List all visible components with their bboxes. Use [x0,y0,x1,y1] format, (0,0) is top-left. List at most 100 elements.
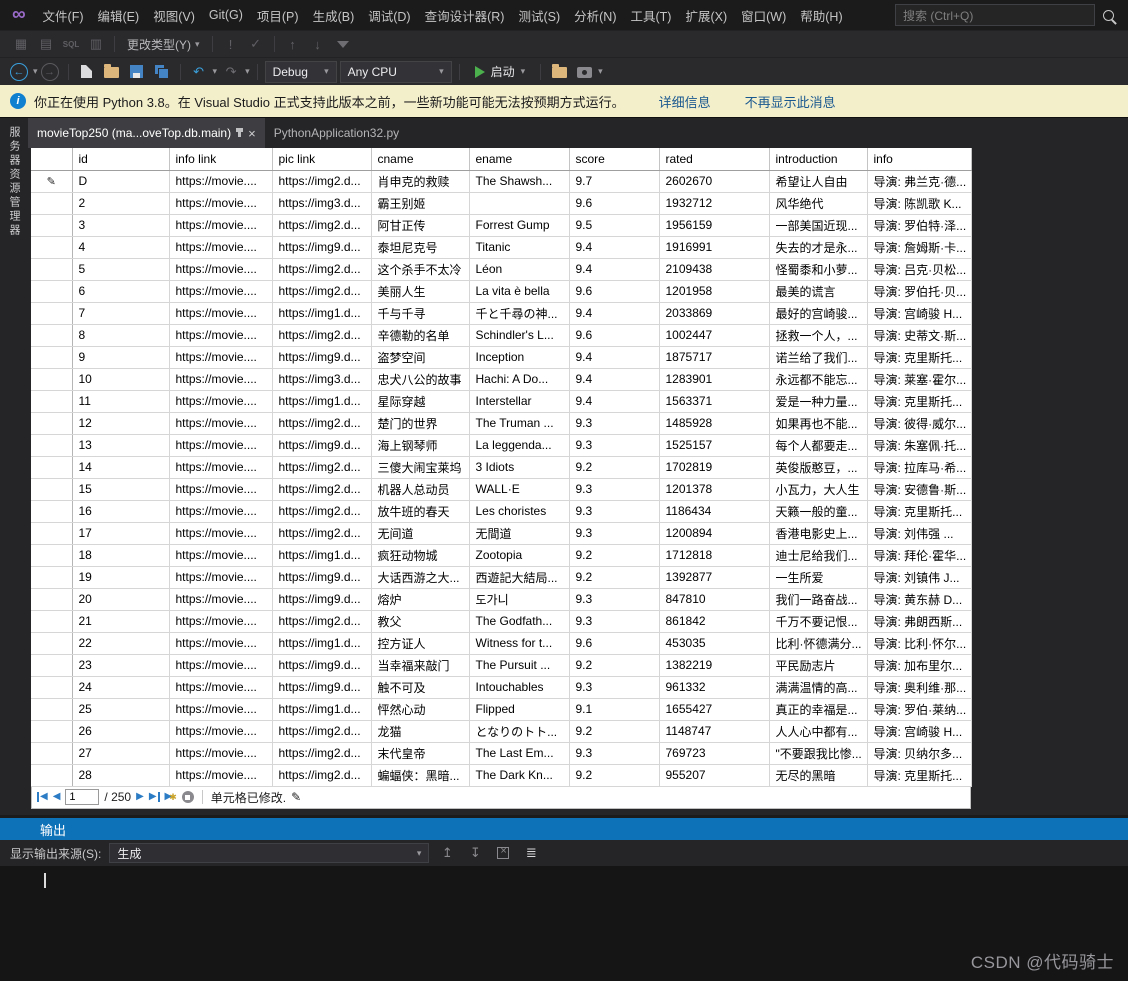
grid-cell[interactable]: https://movie.... [169,302,273,325]
row-selector[interactable] [31,764,73,787]
grid-cell[interactable]: 9.4 [569,302,660,325]
grid-cell[interactable]: 9.2 [569,654,660,677]
grid-cell[interactable]: 1201958 [659,280,770,303]
grid-cell[interactable]: 无间道 [371,522,470,545]
grid-cell[interactable]: 导演: 安德鲁·斯... [867,478,972,501]
grid-cell[interactable]: 847810 [659,588,770,611]
grid-cell[interactable]: https://img2.d... [272,500,372,523]
sort-ascending-icon[interactable]: ↑ [282,34,304,54]
grid-cell[interactable]: https://movie.... [169,478,273,501]
grid-cell[interactable]: 触不可及 [371,676,470,699]
grid-cell[interactable]: 拯救一个人，... [769,324,868,347]
grid-cell[interactable]: 星际穿越 [371,390,470,413]
grid-cell[interactable]: 2109438 [659,258,770,281]
grid-cell[interactable]: 9.2 [569,456,660,479]
grid-cell[interactable]: 453035 [659,632,770,655]
grid-cell[interactable]: 9.3 [569,478,660,501]
grid-cell[interactable]: 无間道 [469,522,570,545]
grid-cell[interactable]: 千万不要记恨... [769,610,868,633]
grid-cell[interactable]: 怦然心动 [371,698,470,721]
grid-cell[interactable]: The Shawsh... [469,170,570,193]
menu-item[interactable]: 测试(S) [511,0,567,30]
grid-cell[interactable]: 2033869 [659,302,770,325]
server-explorer-vertical-tab[interactable]: 服务器资源管理器 [6,118,22,815]
show-criteria-pane-icon[interactable]: ▤ [35,34,57,54]
grid-cell[interactable]: https://movie.... [169,676,273,699]
grid-cell[interactable]: https://movie.... [169,610,273,633]
previous-message-icon[interactable]: ↥ [437,844,457,862]
grid-cell[interactable]: https://movie.... [169,698,273,721]
grid-cell[interactable]: 疯狂动物城 [371,544,470,567]
grid-cell[interactable]: https://img9.d... [272,434,372,457]
grid-cell[interactable]: 23 [72,654,170,677]
column-header-rated[interactable]: rated [659,148,770,171]
grid-cell[interactable]: 霸王别姬 [371,192,470,215]
tab-movietop250[interactable]: movieTop250 (ma...oveTop.db.main) × [28,118,265,148]
grid-cell[interactable]: 忠犬八公的故事 [371,368,470,391]
infobar-dismiss-link[interactable]: 不再显示此消息 [745,92,836,111]
clear-all-icon[interactable] [493,844,513,862]
column-header-introduction[interactable]: introduction [769,148,868,171]
navigate-back-icon[interactable]: ← [10,62,28,81]
row-selector-header[interactable] [31,148,73,171]
quick-search-input[interactable]: 搜索 (Ctrl+Q) [895,4,1095,26]
grid-cell[interactable]: 导演: 克里斯托... [867,764,972,787]
grid-cell[interactable]: 12 [72,412,170,435]
grid-cell[interactable]: https://movie.... [169,500,273,523]
move-to-new-row-button[interactable]: ▶ ✱ [165,792,177,802]
grid-cell[interactable]: 平民励志片 [769,654,868,677]
execute-sql-icon[interactable]: ! [220,34,242,54]
grid-cell[interactable]: https://img3.d... [272,368,372,391]
row-selector[interactable] [31,720,73,743]
grid-cell[interactable]: 末代皇帝 [371,742,470,765]
grid-cell[interactable]: Interstellar [469,390,570,413]
grid-cell[interactable]: 9.4 [569,236,660,259]
column-header-ename[interactable]: ename [469,148,570,171]
grid-cell[interactable]: 9.4 [569,346,660,369]
grid-cell[interactable]: 1525157 [659,434,770,457]
grid-cell[interactable]: 导演: 弗朗西斯... [867,610,972,633]
grid-cell[interactable]: https://img1.d... [272,544,372,567]
grid-cell[interactable]: 1932712 [659,192,770,215]
menu-item[interactable]: 调试(D) [361,0,417,30]
grid-cell[interactable]: 6 [72,280,170,303]
row-selector[interactable] [31,192,73,215]
grid-cell[interactable]: 3 Idiots [469,456,570,479]
grid-cell[interactable]: 导演: 克里斯托... [867,500,972,523]
grid-cell[interactable]: 千と千尋の神... [469,302,570,325]
grid-cell[interactable]: 风华绝代 [769,192,868,215]
infobar-details-link[interactable]: 详细信息 [659,92,711,111]
row-selector[interactable] [31,698,73,721]
row-selector[interactable] [31,258,73,281]
search-icon[interactable] [1103,9,1114,21]
grid-cell[interactable]: https://img3.d... [272,192,372,215]
menu-item[interactable]: 视图(V) [146,0,202,30]
grid-cell[interactable]: 1201378 [659,478,770,501]
grid-cell[interactable]: 诺兰给了我们... [769,346,868,369]
sort-descending-icon[interactable]: ↓ [307,34,329,54]
undo-dropdown-icon[interactable]: ▾ [213,66,218,77]
row-selector[interactable] [31,324,73,347]
grid-cell[interactable]: https://img1.d... [272,390,372,413]
grid-cell[interactable]: 当幸福来敲门 [371,654,470,677]
grid-cell[interactable]: https://img9.d... [272,236,372,259]
output-source-combo[interactable]: 生成 ▾ [109,843,430,863]
grid-cell[interactable]: 1712818 [659,544,770,567]
show-diagram-pane-icon[interactable]: ▦ [10,34,32,54]
current-record-input[interactable] [65,789,100,805]
grid-cell[interactable]: 9.2 [569,764,660,787]
grid-cell[interactable]: 满满温情的高... [769,676,868,699]
grid-cell[interactable]: 9.2 [569,544,660,567]
grid-cell[interactable]: Forrest Gump [469,214,570,237]
grid-cell[interactable]: https://img9.d... [272,654,372,677]
grid-cell[interactable]: 永远都不能忘... [769,368,868,391]
grid-cell[interactable]: Titanic [469,236,570,259]
grid-cell[interactable]: 1702819 [659,456,770,479]
grid-cell[interactable]: 1956159 [659,214,770,237]
grid-cell[interactable]: 9.3 [569,610,660,633]
grid-cell[interactable]: https://movie.... [169,258,273,281]
grid-cell[interactable]: 13 [72,434,170,457]
menu-item[interactable]: 扩展(X) [678,0,734,30]
grid-cell[interactable]: 一生所爱 [769,566,868,589]
menu-item[interactable]: 帮助(H) [793,0,849,30]
